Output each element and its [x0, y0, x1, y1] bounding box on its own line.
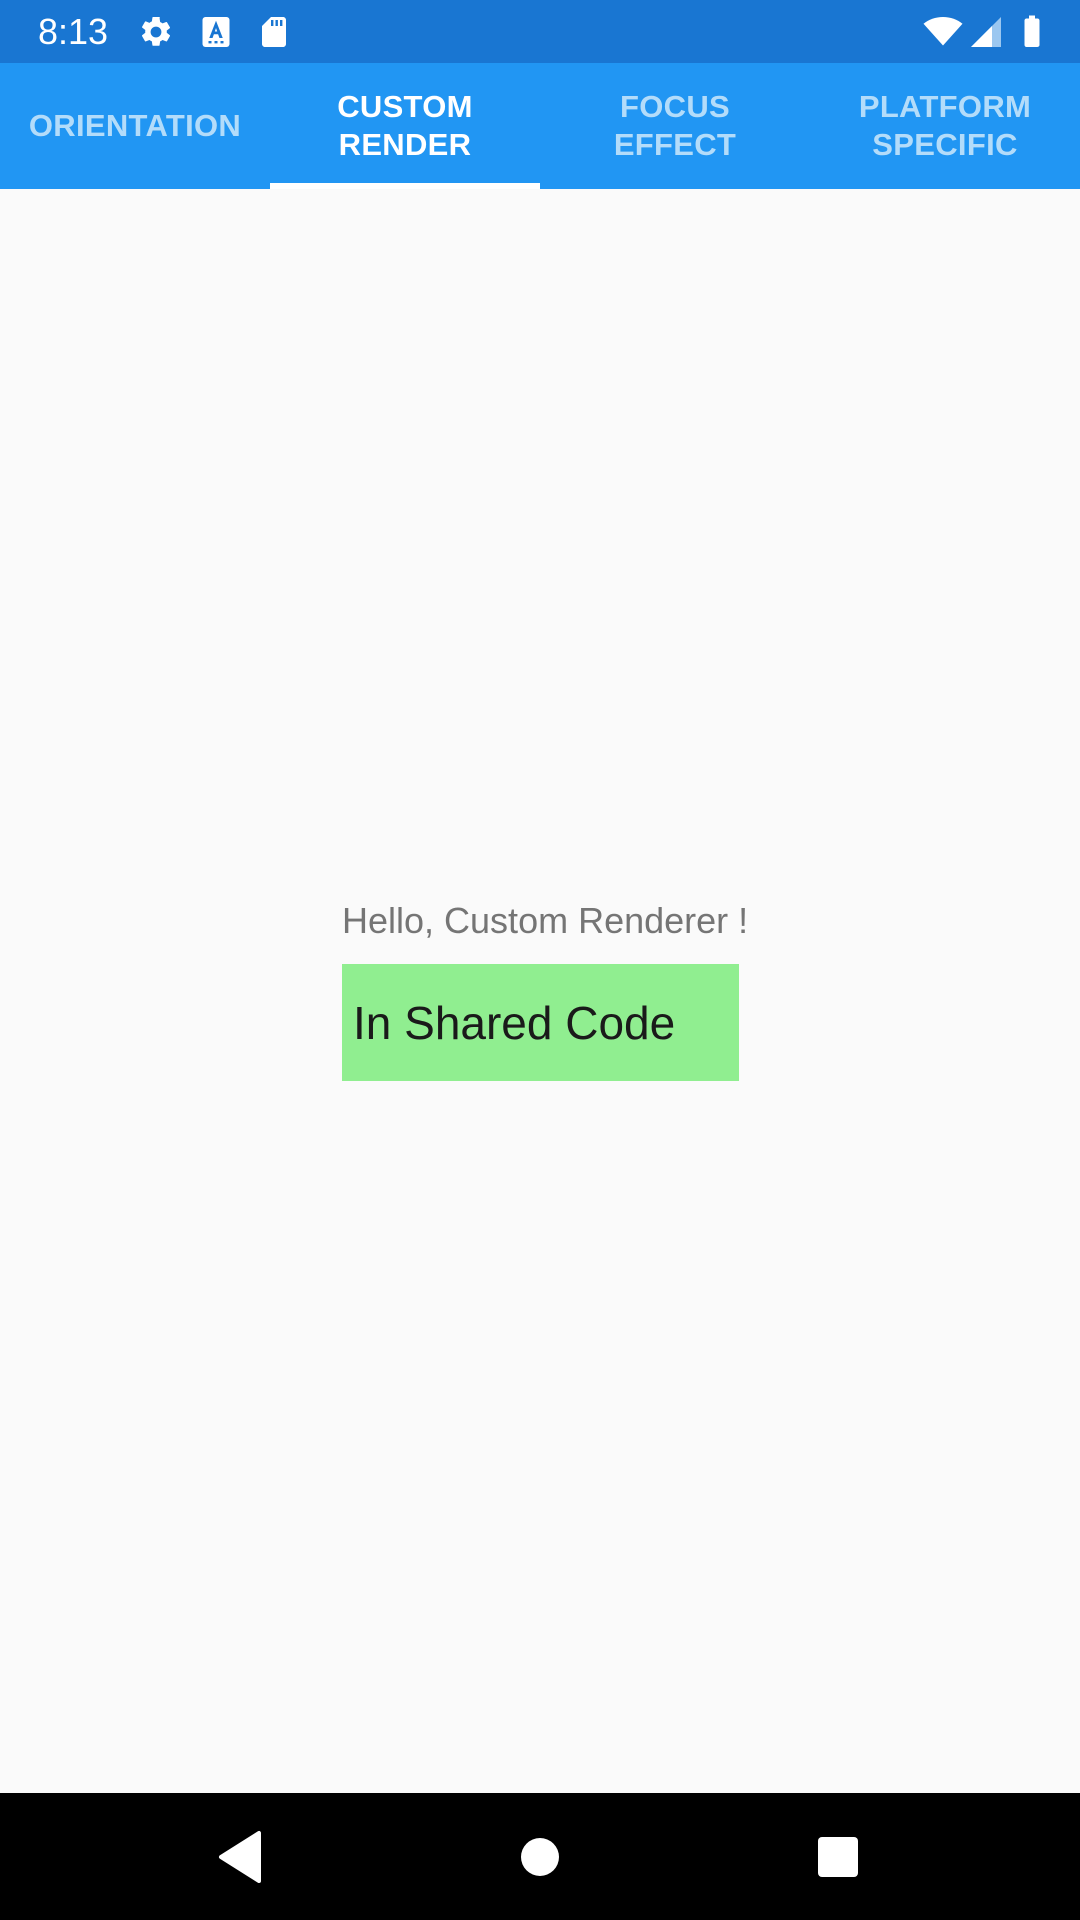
status-bar: 8:13 [0, 0, 1080, 63]
back-icon[interactable] [209, 1827, 269, 1887]
tab-custom-render-label: CUSTOM RENDER [337, 89, 473, 162]
status-time: 8:13 [38, 11, 109, 52]
tab-platform-specific[interactable]: PLATFORM SPECIFIC [810, 63, 1080, 189]
accessibility-a-icon [202, 17, 230, 47]
navigation-bar [0, 1793, 1080, 1920]
battery-icon [1024, 15, 1040, 47]
tab-platform-specific-label: PLATFORM SPECIFIC [858, 89, 1032, 162]
shared-code-view: In Shared Code [342, 964, 739, 1081]
tab-focus-effect[interactable]: FOCUS EFFECT [540, 63, 810, 189]
wifi-icon [923, 17, 963, 46]
tab-bar: ORIENTATION CUSTOM RENDER FOCUS EFFECT P… [0, 63, 1080, 189]
tab-custom-render[interactable]: CUSTOM RENDER [270, 63, 540, 189]
shared-code-label: In Shared Code [353, 996, 676, 1049]
tab-orientation[interactable]: ORIENTATION [0, 63, 270, 189]
app-screen: 8:13 ORIENTATION CUSTOM RENDER FOCUS EFF… [0, 0, 1080, 1920]
tab-focus-effect-label: FOCUS EFFECT [613, 89, 737, 162]
tab-orientation-label: ORIENTATION [28, 108, 242, 143]
settings-icon [141, 16, 171, 46]
recents-icon[interactable] [808, 1827, 868, 1887]
sd-card-icon [262, 17, 286, 47]
content-area: Hello, Custom Renderer ! In Shared Code [0, 189, 1080, 1793]
cell-signal-icon [971, 17, 1001, 47]
hello-label: Hello, Custom Renderer ! [342, 900, 749, 941]
home-icon[interactable] [510, 1827, 570, 1887]
